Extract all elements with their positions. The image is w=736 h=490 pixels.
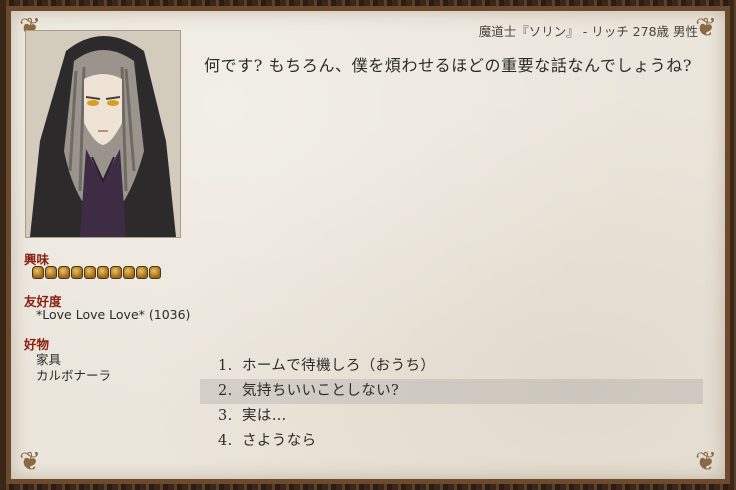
- choice-option-2[interactable]: 2. 気持ちいいことしない?: [200, 379, 703, 404]
- choice-number: 2.: [218, 383, 233, 399]
- corner-ornament-icon: ❦: [19, 447, 41, 477]
- dialog-text: 何です? もちろん、僕を煩わせるほどの重要な話なんでしょうね?: [204, 56, 693, 75]
- like-item: カルボナーラ: [36, 368, 112, 383]
- character-header: 魔道士『ソリン』 - リッチ 278歳 男性: [478, 24, 698, 39]
- choice-label: 実は…: [242, 408, 287, 424]
- choice-option-3[interactable]: 3. 実は…: [200, 404, 703, 429]
- character-portrait: [25, 30, 181, 238]
- friendship-value: *Love Love Love* (1036): [36, 307, 191, 322]
- interest-pot-icon: [45, 266, 57, 279]
- interest-pot-icon: [32, 266, 44, 279]
- interest-pot-icon: [84, 266, 96, 279]
- interest-pot-icon: [97, 266, 109, 279]
- choice-label: さようなら: [242, 433, 317, 449]
- choice-label: 気持ちいいことしない?: [242, 383, 400, 399]
- interest-pot-icon: [58, 266, 70, 279]
- choice-label: ホームで待機しろ（おうち）: [242, 358, 436, 374]
- choice-list: 1. ホームで待機しろ（おうち） 2. 気持ちいいことしない? 3. 実は… 4. さよ…: [200, 354, 703, 454]
- choice-number: 3.: [218, 408, 233, 424]
- interest-pot-icon: [136, 266, 148, 279]
- choice-number: 4.: [218, 433, 233, 449]
- choice-number: 1.: [218, 358, 233, 374]
- interest-pot-icon: [71, 266, 83, 279]
- interest-meter: [32, 266, 161, 279]
- interest-pot-icon: [149, 266, 161, 279]
- choice-option-1[interactable]: 1. ホームで待機しろ（おうち）: [200, 354, 703, 379]
- interest-pot-icon: [123, 266, 135, 279]
- interest-pot-icon: [110, 266, 122, 279]
- choice-option-4[interactable]: 4. さようなら: [200, 429, 703, 454]
